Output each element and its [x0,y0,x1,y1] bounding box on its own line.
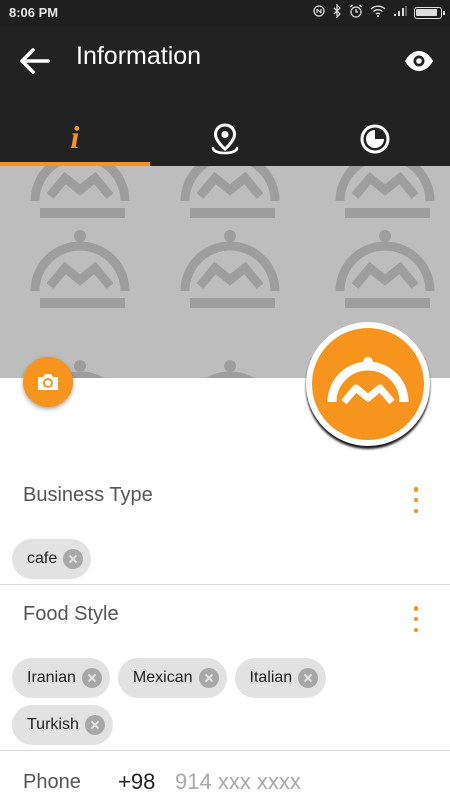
tab-info[interactable]: i [0,112,150,166]
preview-button[interactable] [402,44,436,78]
chip-label: Iranian [27,669,76,686]
food-style-header: Food Style [0,587,450,647]
chip[interactable]: Turkish [12,705,113,745]
remove-chip-icon[interactable] [84,715,105,735]
arrow-left-icon [20,48,50,74]
battery-icon [414,6,445,19]
watermark-logo [180,230,280,308]
more-vert-icon [413,487,419,492]
food-style-label: Food Style [23,603,119,625]
business-logo[interactable] [306,322,430,446]
wifi-icon [370,5,386,20]
business-type-header: Business Type [0,468,450,528]
country-code[interactable]: +98 [118,769,155,795]
page-title: Information [76,42,202,70]
camera-icon [38,374,58,390]
status-time: 8:06 PM [9,5,59,20]
back-button[interactable] [16,42,54,80]
watermark-logo [335,230,435,308]
chip[interactable]: Italian [234,658,327,698]
tab-hours[interactable] [300,112,450,166]
bluetooth-icon [332,3,342,21]
remove-chip-icon[interactable] [198,668,219,688]
business-type-menu-button[interactable] [412,487,420,513]
battery-level [416,8,437,16]
business-type-label: Business Type [23,484,153,506]
business-type-chips: cafe [12,539,432,579]
divider [0,750,450,751]
info-icon: i [70,118,80,155]
nfc-icon [313,5,325,20]
app-bar: Information i [0,26,450,166]
more-vert-icon [413,606,419,611]
watermark-logo [205,360,255,378]
signal-icon [393,5,407,20]
chip-label: cafe [27,550,58,567]
food-style-chips: Iranian Mexican Italian Turkish [12,658,432,745]
status-bar: 8:06 PM [0,0,450,26]
tab-location[interactable] [150,112,300,166]
divider [0,584,450,585]
remove-chip-icon[interactable] [81,668,102,688]
chip-label: Mexican [132,669,193,686]
watermark-logo [30,230,130,308]
tab-bar: i [0,112,450,166]
phone-input[interactable] [175,769,425,795]
chip[interactable]: Iranian [12,658,110,698]
map-pin-icon [211,123,239,155]
clock-icon [360,124,390,154]
chip-label: Italian [249,669,293,686]
status-icons [313,3,445,21]
remove-chip-icon[interactable] [298,668,319,688]
chip[interactable]: Mexican [117,658,227,698]
chip[interactable]: cafe [12,539,92,579]
eye-icon [405,51,433,71]
cloche-logo-icon [327,357,409,405]
phone-row: Phone +98 [0,760,450,800]
alarm-icon [349,4,363,21]
phone-label: Phone [23,771,81,793]
chip-label: Turkish [27,716,79,733]
remove-chip-icon[interactable] [63,549,84,569]
food-style-menu-button[interactable] [412,606,420,632]
change-cover-button[interactable] [23,357,73,407]
